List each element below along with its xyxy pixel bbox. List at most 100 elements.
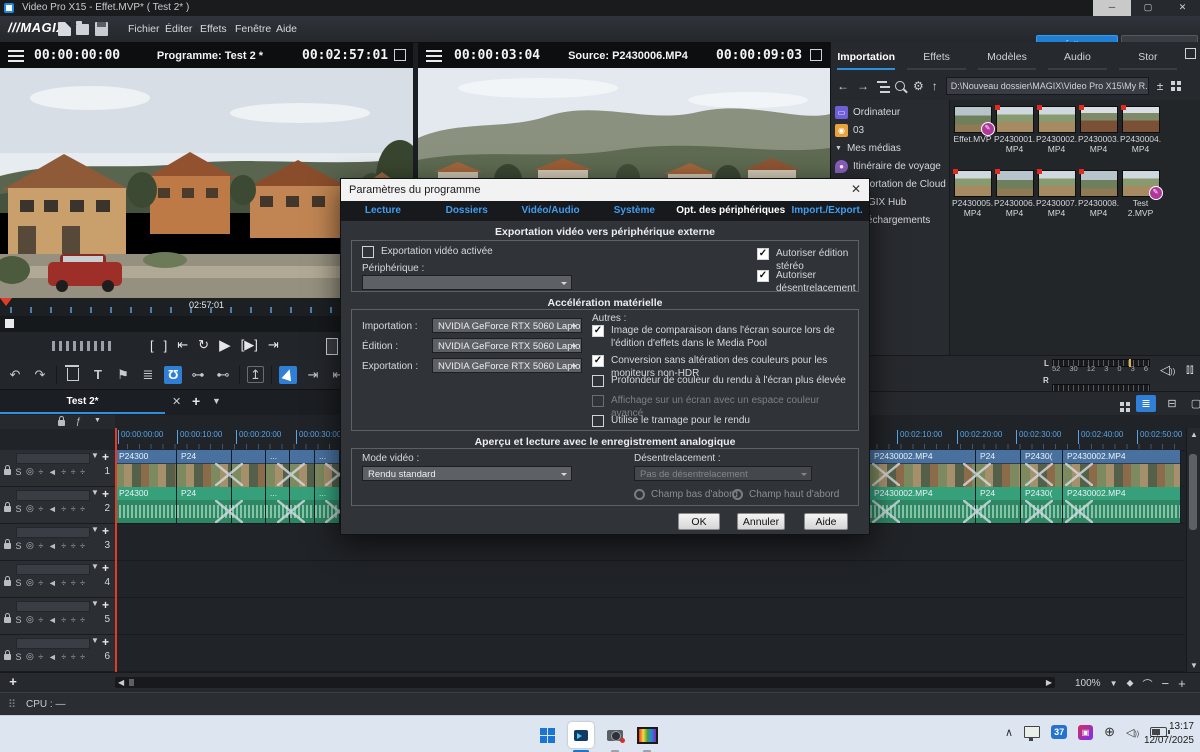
- mute-icon[interactable]: ◄: [48, 615, 57, 625]
- device-dropdown[interactable]: [362, 275, 572, 290]
- taskbar-clock[interactable]: 13:17 12/07/2025: [1144, 720, 1194, 748]
- dialog-tab-dossiers[interactable]: Dossiers: [425, 201, 509, 221]
- timeline-playhead[interactable]: [115, 428, 117, 672]
- zoom-level[interactable]: 100%: [1075, 678, 1101, 689]
- visibility-icon[interactable]: ◎: [26, 651, 34, 662]
- solo-button[interactable]: S: [16, 615, 22, 625]
- edit-gpu-dropdown[interactable]: NVIDIA GeForce RTX 5060 Lapto...: [432, 338, 582, 353]
- volume-curve-icon[interactable]: ÷: [38, 504, 43, 514]
- add-object-icon[interactable]: +: [102, 450, 109, 464]
- ungroup-icon[interactable]: ⊷: [214, 366, 232, 384]
- chevron-down-icon[interactable]: ▼: [91, 488, 99, 497]
- visibility-icon[interactable]: ◎: [26, 466, 34, 477]
- scrollbar-thumb[interactable]: [129, 679, 134, 686]
- zoom-range-icon[interactable]: ⌒: [1143, 676, 1153, 691]
- project-tab[interactable]: Test 2*: [0, 392, 165, 414]
- view-scene-icon[interactable]: ⊟: [1162, 395, 1182, 412]
- chevron-down-icon[interactable]: ▼: [91, 636, 99, 645]
- delete-icon[interactable]: [64, 366, 82, 384]
- loop-icon[interactable]: ↻: [198, 337, 209, 353]
- checkbox-color-depth[interactable]: Profondeur de couleur du rendu à l'écran…: [592, 375, 854, 388]
- scroll-up-icon[interactable]: ▲: [1190, 430, 1198, 439]
- track-name-field[interactable]: [16, 490, 90, 501]
- checkbox-deinterlace-allow[interactable]: ✓Autoriser désentrelacement: [757, 270, 858, 295]
- play-range-icon[interactable]: [▶]: [241, 337, 258, 353]
- add-track-button[interactable]: +: [5, 675, 21, 690]
- visibility-icon[interactable]: ◎: [26, 540, 34, 551]
- fader-icon[interactable]: ÷: [61, 615, 66, 625]
- keyframe-icon[interactable]: ƒ: [76, 416, 81, 426]
- view-grid-icon[interactable]: [1171, 81, 1175, 85]
- taskbar-app-video[interactable]: [634, 722, 660, 748]
- scrub-playhead[interactable]: [0, 298, 12, 306]
- video-clip[interactable]: P24300: [115, 450, 177, 486]
- object-marker-icon[interactable]: ≣: [139, 366, 157, 384]
- sidebar-item-itineraire[interactable]: ● Itinéraire de voyage: [835, 158, 941, 175]
- file-item[interactable]: ✎ Test 2.MVP: [1120, 170, 1161, 219]
- mute-icon[interactable]: ◄: [48, 578, 57, 588]
- track-name-field[interactable]: [16, 564, 90, 575]
- track-name-field[interactable]: [16, 527, 90, 538]
- program-menu-icon[interactable]: [8, 50, 24, 52]
- notification-badge[interactable]: 37: [1051, 725, 1067, 739]
- chevron-down-icon[interactable]: ▼: [91, 599, 99, 608]
- track-4-lane[interactable]: [115, 561, 1185, 598]
- track-name-field[interactable]: [16, 638, 90, 649]
- checkbox-export-video[interactable]: Exportation vidéo activée: [362, 246, 493, 259]
- view-multicam-icon[interactable]: ▢: [1186, 395, 1200, 412]
- fader-icon[interactable]: ÷: [71, 504, 76, 514]
- object-insert-icon[interactable]: ↥: [247, 366, 264, 383]
- mute-icon[interactable]: ◄: [48, 652, 57, 662]
- mute-icon[interactable]: ◄: [48, 504, 57, 514]
- menu-aide[interactable]: Aide: [274, 23, 299, 35]
- path-dropdown[interactable]: D:\Nouveau dossier\MAGIX\Video Pro X15\M…: [946, 77, 1149, 95]
- visibility-icon[interactable]: ◎: [26, 577, 34, 588]
- solo-button[interactable]: S: [16, 652, 22, 662]
- file-item[interactable]: P2430002. MP4: [1036, 106, 1077, 155]
- solo-button[interactable]: S: [16, 504, 22, 514]
- chevron-down-icon[interactable]: ▼: [94, 417, 101, 424]
- menu-effets[interactable]: Effets: [198, 23, 229, 35]
- options-gear-icon[interactable]: ⚙: [913, 79, 924, 93]
- slider-thumb[interactable]: [5, 319, 14, 328]
- volume-curve-icon[interactable]: ÷: [38, 578, 43, 588]
- zoom-out-icon[interactable]: −: [1162, 676, 1170, 691]
- new-file-icon[interactable]: [58, 22, 71, 36]
- save-icon[interactable]: [95, 22, 108, 36]
- tab-audio[interactable]: Audio: [1048, 46, 1106, 70]
- marker-icon[interactable]: ⚑: [114, 366, 132, 384]
- open-file-icon[interactable]: [76, 24, 89, 35]
- fader-icon[interactable]: ÷: [80, 467, 85, 477]
- chevron-down-icon[interactable]: ▼: [91, 525, 99, 534]
- volume-curve-icon[interactable]: ÷: [38, 615, 43, 625]
- volume-curve-icon[interactable]: ÷: [38, 652, 43, 662]
- fader-icon[interactable]: ÷: [61, 652, 66, 662]
- maximize-button[interactable]: ▢: [1131, 0, 1165, 16]
- export-gpu-dropdown[interactable]: NVIDIA GeForce RTX 5060 Lapto...: [432, 358, 582, 373]
- tab-modeles[interactable]: Modèles: [978, 46, 1036, 70]
- fader-icon[interactable]: ÷: [80, 615, 85, 625]
- add-object-icon[interactable]: +: [102, 487, 109, 501]
- add-object-icon[interactable]: +: [102, 635, 109, 649]
- trim-left-icon[interactable]: ⇥: [304, 366, 322, 384]
- fader-icon[interactable]: ÷: [61, 467, 66, 477]
- fader-icon[interactable]: ÷: [80, 652, 85, 662]
- range-start-icon[interactable]: [: [150, 338, 154, 353]
- scroll-right-icon[interactable]: ▶: [1046, 678, 1052, 687]
- lock-icon[interactable]: [4, 543, 11, 549]
- cancel-button[interactable]: Annuler: [737, 513, 785, 530]
- fader-icon[interactable]: ÷: [80, 504, 85, 514]
- fader-icon[interactable]: ÷: [61, 578, 66, 588]
- dialog-close-icon[interactable]: ✕: [851, 182, 861, 196]
- file-item[interactable]: ✎ Effet.MVP: [952, 106, 993, 145]
- taskbar-app-camera[interactable]: [602, 722, 628, 748]
- tree-view-icon[interactable]: [877, 81, 887, 83]
- file-item[interactable]: P2430007. MP4: [1036, 170, 1077, 219]
- folder-up-icon[interactable]: ↑: [932, 79, 938, 93]
- import-icon[interactable]: ±: [1157, 79, 1164, 93]
- fader-icon[interactable]: ÷: [71, 615, 76, 625]
- forward-icon[interactable]: →: [857, 79, 869, 93]
- fit-width-icon[interactable]: ⬥: [1127, 678, 1134, 689]
- fader-icon[interactable]: ÷: [71, 467, 76, 477]
- text-tool-icon[interactable]: T: [89, 366, 107, 384]
